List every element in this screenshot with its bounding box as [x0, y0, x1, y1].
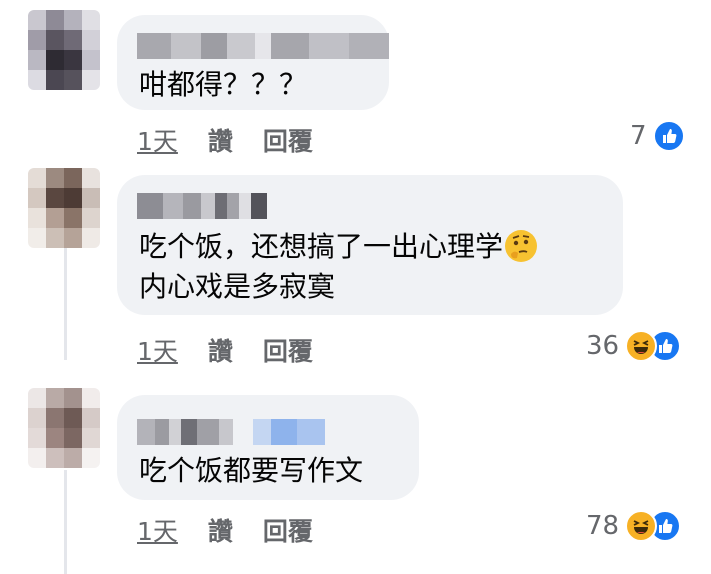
reply-button[interactable]: 回覆	[263, 512, 313, 548]
reply-button[interactable]: 回覆	[263, 122, 313, 158]
comment-text-line: 吃个饭都要写作文	[139, 454, 364, 487]
comment-bubble: 吃个饭，还想搞了一出心理学 内心戏是多寂寞	[117, 175, 623, 315]
comment-text-line: 吃个饭，还想搞了一出心理学	[139, 227, 538, 267]
avatar[interactable]	[28, 168, 100, 248]
timestamp-link[interactable]: 1天	[137, 332, 178, 368]
timestamp-link[interactable]: 1天	[137, 512, 178, 548]
thinking-face-emoji	[505, 230, 538, 262]
avatar[interactable]	[28, 388, 100, 468]
comment-text: 吃个饭，还想搞了一出心理学 内心戏是多寂寞	[139, 227, 538, 307]
comment-text-line-1: 吃个饭，还想搞了一出心理学	[139, 230, 504, 263]
reaction-count: 7	[630, 121, 647, 151]
commenter-name-redacted[interactable]	[137, 193, 267, 219]
reactions-summary[interactable]: 36	[586, 330, 682, 362]
like-icon	[652, 120, 685, 152]
thread-line	[64, 470, 67, 574]
comment-actions: 1天 讚 回覆	[137, 512, 313, 548]
reactions-summary[interactable]: 78	[586, 510, 682, 542]
comment-text: 咁都得？？？	[139, 65, 307, 105]
avatar[interactable]	[28, 10, 100, 90]
comment-text-line-2: 内心戏是多寂寞	[139, 270, 336, 303]
thread-line	[64, 240, 67, 360]
comment-text: 吃个饭都要写作文	[139, 451, 363, 491]
timestamp-link[interactable]: 1天	[137, 122, 178, 158]
comment-actions: 1天 讚 回覆	[137, 332, 313, 368]
reaction-count: 36	[586, 331, 620, 361]
haha-icon	[625, 510, 658, 542]
comment-bubble: 咁都得？？？	[117, 15, 389, 110]
haha-icon	[625, 330, 658, 362]
comment-text-line: 咁都得？？？	[139, 68, 308, 101]
like-button[interactable]: 讚	[208, 512, 233, 548]
commenter-name-redacted[interactable]	[137, 419, 325, 445]
commenter-name-redacted[interactable]	[137, 33, 389, 59]
like-button[interactable]: 讚	[208, 122, 233, 158]
reactions-summary[interactable]: 7	[630, 120, 685, 152]
like-button[interactable]: 讚	[208, 332, 233, 368]
comment-bubble: 吃个饭都要写作文	[117, 395, 419, 500]
reply-button[interactable]: 回覆	[263, 332, 313, 368]
comment-actions: 1天 讚 回覆	[137, 122, 313, 158]
reaction-count: 78	[586, 511, 620, 541]
